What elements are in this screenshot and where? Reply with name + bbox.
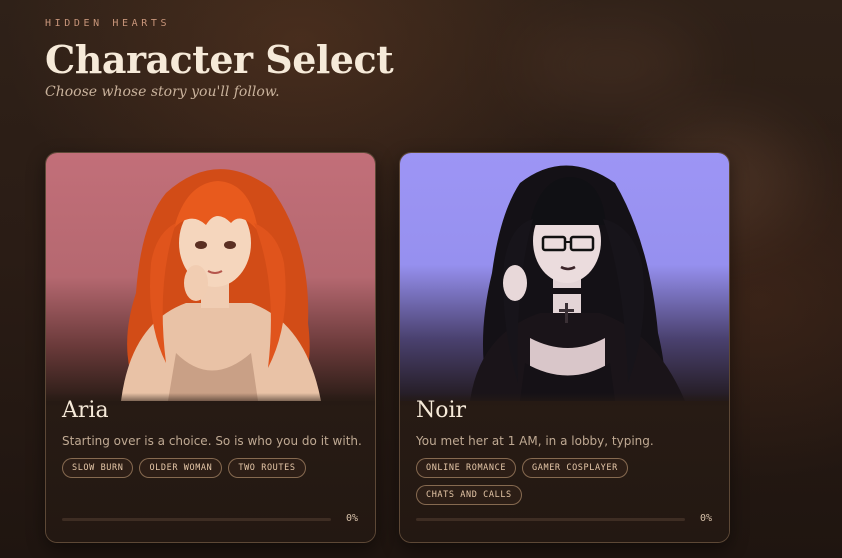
tag-badge: GAMER COSPLAYER [522,458,628,478]
tag-badge: OLDER WOMAN [139,458,223,478]
tag-badge: SLOW BURN [62,458,134,478]
progress-label: 0% [345,513,358,524]
character-name: Aria [62,398,109,423]
background-blur [520,20,700,110]
character-card-noir[interactable]: Noir You met her at 1 AM, in a lobby, ty… [399,152,730,543]
progress-label: 0% [699,513,712,524]
page-subtitle: Choose whose story you'll follow. [45,84,280,100]
character-name: Noir [416,398,467,423]
page-header: HIDDEN HEARTS Character Select Choose wh… [45,18,394,100]
progress-bar [62,518,331,521]
tag-list: ONLINE ROMANCE GAMER COSPLAYER CHATS AND… [416,458,716,505]
progress-bar [416,518,685,521]
tag-list: SLOW BURN OLDER WOMAN TWO ROUTES [62,458,362,478]
tag-badge: CHATS AND CALLS [416,485,522,505]
red-haired-woman-portrait-icon [46,153,375,401]
tag-badge: ONLINE ROMANCE [416,458,517,478]
character-card-aria[interactable]: Aria Starting over is a choice. So is wh… [45,152,376,543]
game-kicker: HIDDEN HEARTS [45,18,171,29]
goth-woman-with-glasses-portrait-icon [400,153,729,401]
page-title: Character Select [45,37,394,82]
character-tagline: You met her at 1 AM, in a lobby, typing. [416,434,654,448]
tag-badge: TWO ROUTES [228,458,306,478]
character-tagline: Starting over is a choice. So is who you… [62,434,362,448]
